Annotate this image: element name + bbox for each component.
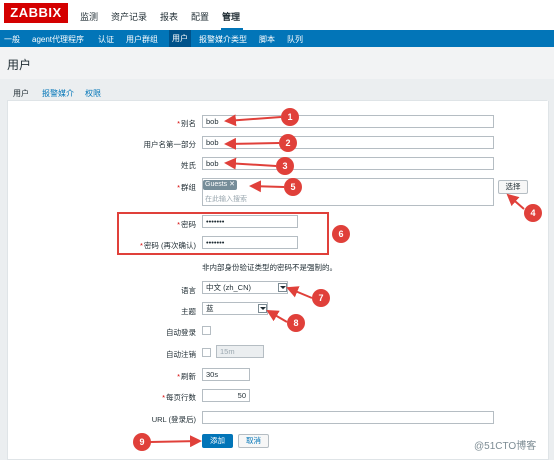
page-title: 用户 (7, 58, 32, 72)
url-label: URL (登录后) (151, 415, 196, 424)
alias-label: *别名 (177, 119, 196, 128)
marker-1: 1 (281, 108, 299, 126)
subnav-authentication[interactable]: 认证 (98, 34, 114, 45)
watermark: @51CTO博客 (474, 441, 537, 452)
nav-administration[interactable]: 管理 (222, 10, 240, 23)
tab-media[interactable]: 报警媒介 (42, 88, 74, 99)
alias-input[interactable]: bob (202, 115, 494, 128)
refresh-input[interactable]: 30s (202, 368, 250, 381)
name-label: 用户名第一部分 (143, 140, 197, 149)
autologin-label: 自动登录 (166, 328, 196, 337)
password-note: 非内部身份验证类型的密码不是强制的。 (202, 263, 337, 272)
remove-tag-icon[interactable]: ✕ (229, 181, 235, 188)
group-tag-guests: Guests ✕ (203, 180, 238, 190)
subnav-proxies[interactable]: agent代理程序 (32, 34, 84, 45)
sub-nav: 一般 agent代理程序 认证 用户群组 用户 报警媒介类型 脚本 队列 (0, 30, 554, 47)
subnav-general[interactable]: 一般 (4, 34, 20, 45)
groups-search-placeholder[interactable]: 在此输入搜索 (205, 194, 247, 204)
cancel-button[interactable]: 取消 (238, 434, 269, 448)
zabbix-logo[interactable]: ZABBIX (4, 3, 68, 23)
surname-input[interactable]: bob (202, 157, 494, 170)
marker-4: 4 (524, 204, 542, 222)
marker-2: 2 (279, 134, 297, 152)
form-tabs: 用户 报警媒介 权限 (7, 86, 547, 103)
rows-per-page-label: *每页行数 (162, 393, 196, 402)
groups-label: *群组 (177, 183, 196, 192)
autologin-checkbox[interactable] (202, 326, 211, 335)
marker-3: 3 (276, 157, 294, 175)
subnav-user-groups[interactable]: 用户群组 (126, 34, 158, 45)
surname-label: 姓氏 (181, 161, 196, 170)
theme-label: 主题 (181, 307, 196, 316)
nav-inventory[interactable]: 资产记录 (111, 10, 147, 23)
theme-dropdown-icon[interactable] (258, 304, 267, 313)
marker-7: 7 (312, 289, 330, 307)
add-button[interactable]: 添加 (202, 434, 233, 448)
nav-monitoring[interactable]: 监测 (80, 10, 98, 23)
refresh-label: *刷新 (177, 372, 196, 381)
select-groups-button[interactable]: 选择 (498, 180, 528, 194)
page-header: 用户 (0, 47, 554, 79)
marker-6: 6 (332, 225, 350, 243)
autologout-label: 自动注销 (166, 350, 196, 359)
rows-per-page-input[interactable]: 50 (202, 389, 250, 402)
top-bar: ZABBIX 监测 资产记录 报表 配置 管理 (0, 0, 554, 30)
autologout-checkbox[interactable] (202, 348, 211, 357)
language-label: 语言 (181, 286, 196, 295)
marker-8: 8 (287, 314, 305, 332)
marker-5: 5 (284, 178, 302, 196)
url-input[interactable] (202, 411, 494, 424)
password-highlight-box (117, 212, 329, 255)
tab-permissions[interactable]: 权限 (85, 88, 101, 99)
language-dropdown-icon[interactable] (278, 283, 287, 292)
subnav-media-types[interactable]: 报警媒介类型 (199, 34, 247, 45)
autologout-input: 15m (216, 345, 264, 358)
name-input[interactable]: bob (202, 136, 494, 149)
marker-9: 9 (133, 433, 151, 451)
nav-configuration[interactable]: 配置 (191, 10, 209, 23)
language-select[interactable]: 中文 (zh_CN) (202, 281, 288, 294)
subnav-users[interactable]: 用户 (169, 30, 191, 47)
nav-reports[interactable]: 报表 (160, 10, 178, 23)
subnav-scripts[interactable]: 脚本 (259, 34, 275, 45)
subnav-queue[interactable]: 队列 (287, 34, 303, 45)
